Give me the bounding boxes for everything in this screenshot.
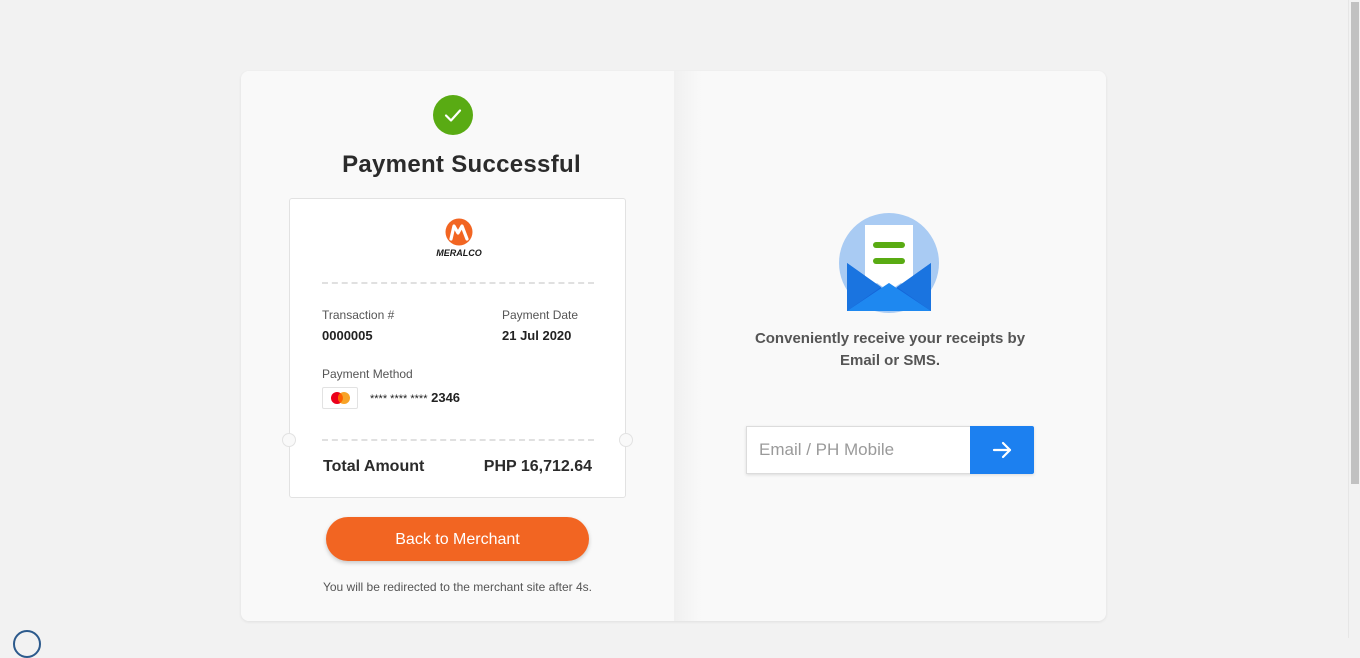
- divider: [322, 282, 594, 284]
- receipt-notch-left: [282, 433, 296, 447]
- merchant-logo: MERALCO: [433, 217, 485, 261]
- checkmark-icon: [433, 95, 473, 135]
- scrollbar-thumb[interactable]: [1351, 2, 1359, 484]
- email-mobile-input[interactable]: [746, 426, 971, 474]
- receipt: MERALCO Transaction # 0000005 Payment Da…: [282, 198, 633, 498]
- total-amount-value: PHP 16,712.64: [483, 458, 592, 475]
- page-title: Payment Successful: [342, 151, 581, 178]
- payment-card: Payment Successful MERALCO Transaction #…: [241, 71, 1106, 621]
- card-masked-digits: **** **** ****: [370, 393, 428, 405]
- divider: [322, 439, 594, 441]
- redirect-notice: You will be redirected to the merchant s…: [322, 580, 593, 594]
- payment-date-value: 21 Jul 2020: [502, 328, 572, 343]
- transaction-label: Transaction #: [322, 308, 395, 322]
- receipt-notch-right: [619, 433, 633, 447]
- corner-widget[interactable]: [13, 630, 41, 658]
- back-to-merchant-button[interactable]: Back to Merchant: [326, 517, 589, 561]
- meralco-logo-icon: [445, 218, 473, 246]
- card-number: **** **** **** 2346: [370, 390, 460, 405]
- payment-method-label: Payment Method: [322, 367, 413, 381]
- card-last4: 2346: [431, 390, 461, 405]
- send-receipt-button[interactable]: [970, 426, 1034, 474]
- receipt-delivery-panel: Conveniently receive your receipts by Em…: [674, 71, 1106, 621]
- receipt-delivery-message: Conveniently receive your receipts by Em…: [748, 328, 1032, 372]
- payment-date-label: Payment Date: [502, 308, 579, 322]
- mastercard-icon: [322, 387, 358, 409]
- envelope-receipt-icon: [839, 211, 943, 315]
- payment-summary-panel: Payment Successful MERALCO Transaction #…: [241, 71, 674, 621]
- message-line-1: Conveniently receive your receipts by: [754, 330, 1026, 347]
- arrow-right-icon: [992, 441, 1012, 459]
- total-amount-label: Total Amount: [323, 458, 425, 475]
- merchant-logo-text: MERALCO: [436, 248, 482, 258]
- receipt-delivery-form: [746, 426, 1034, 474]
- scrollbar[interactable]: [1348, 0, 1360, 638]
- message-line-2: Email or SMS.: [839, 352, 941, 369]
- transaction-value: 0000005: [322, 328, 373, 343]
